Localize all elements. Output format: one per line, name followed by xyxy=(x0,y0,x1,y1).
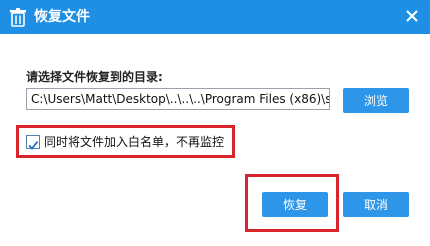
directory-prompt: 请选择文件恢复到的目录: xyxy=(26,70,163,84)
window-title: 恢复文件 xyxy=(34,9,90,25)
close-icon xyxy=(406,10,418,22)
browse-button[interactable]: 浏览 xyxy=(343,88,409,113)
restore-button[interactable]: 恢复 xyxy=(262,192,328,217)
cancel-button[interactable]: 取消 xyxy=(343,192,409,217)
checkmark-icon xyxy=(28,140,39,150)
title-bar: 恢复文件 xyxy=(0,0,430,34)
trash-bin-icon xyxy=(8,7,28,27)
whitelist-checkbox[interactable] xyxy=(26,135,40,150)
close-button[interactable] xyxy=(400,4,424,28)
restore-path-field[interactable]: C:\Users\Matt\Desktop\..\..\..\Program F… xyxy=(26,88,330,110)
whitelist-label[interactable]: 同时将文件加入白名单，不再监控 xyxy=(44,134,224,150)
